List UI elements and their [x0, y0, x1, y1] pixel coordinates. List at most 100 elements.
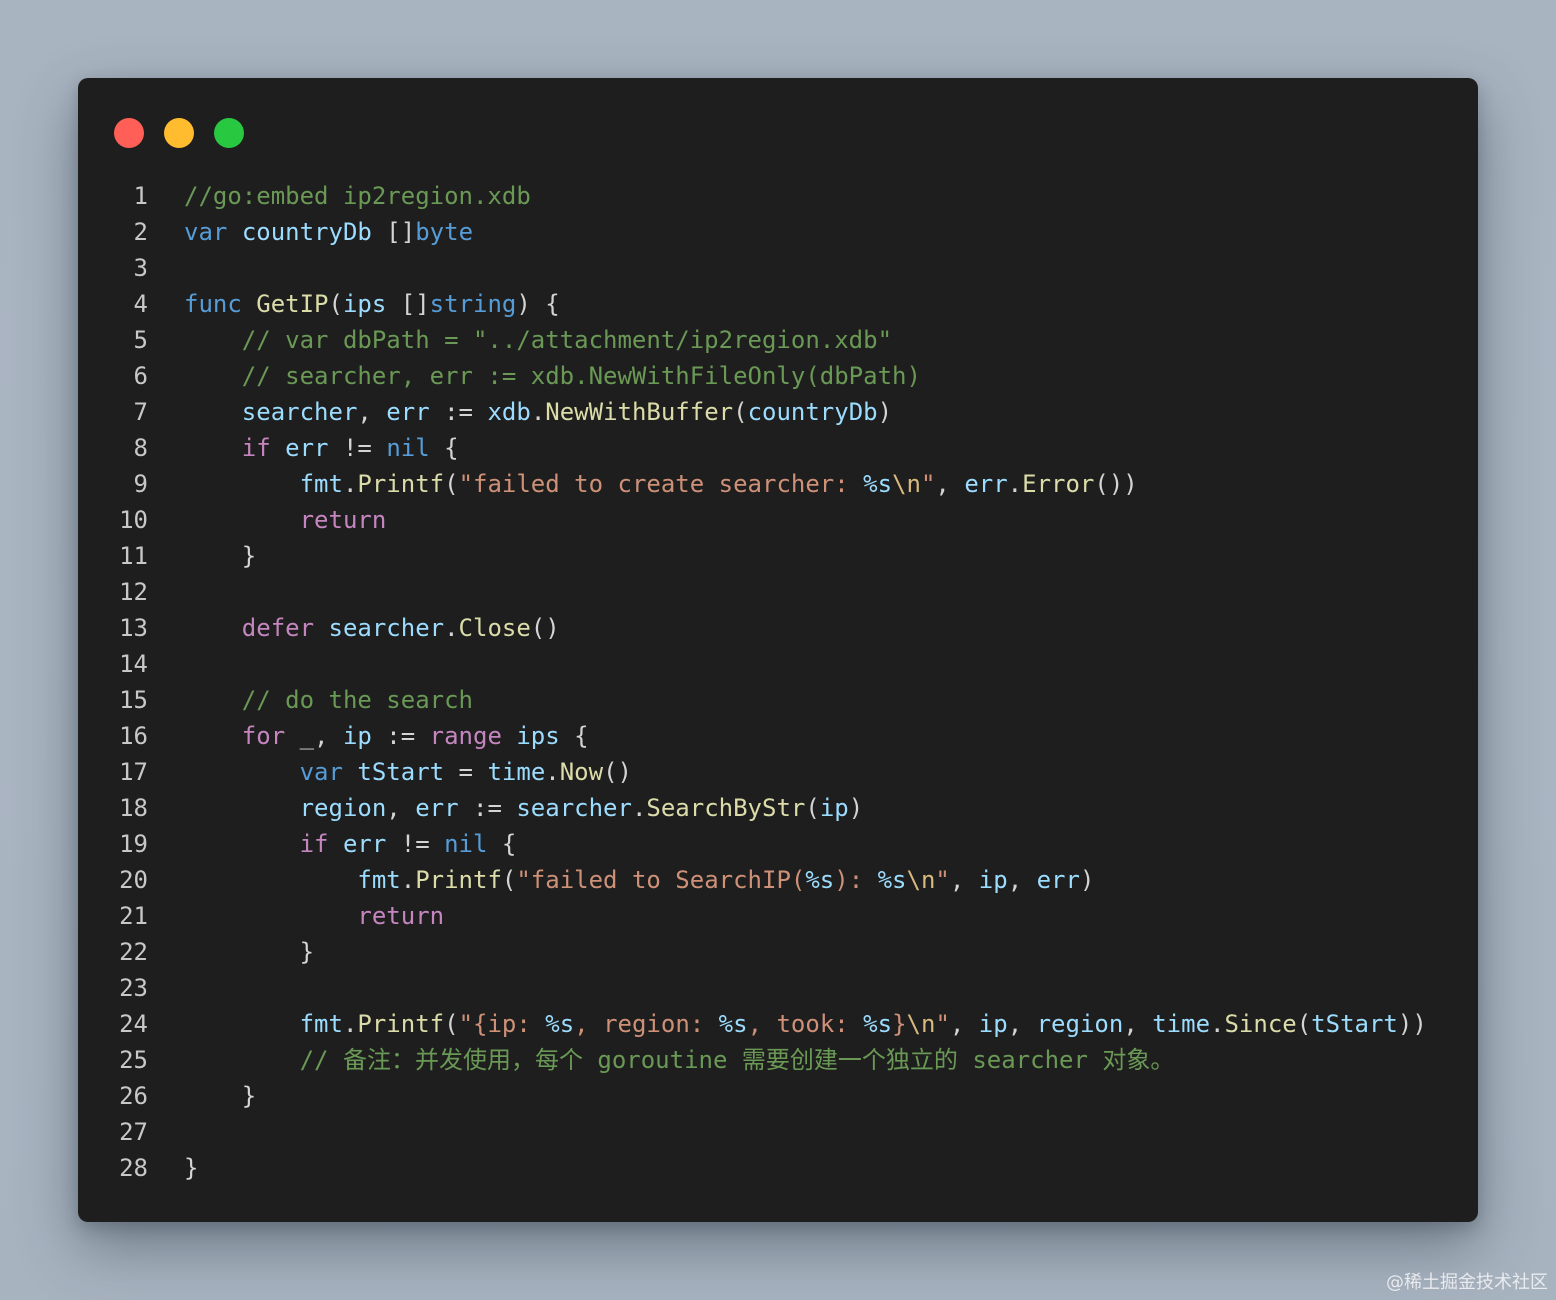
line-number: 12	[119, 578, 148, 606]
code-token: ,	[1007, 1010, 1037, 1038]
line-number: 1	[133, 182, 148, 210]
code-token: "	[935, 866, 950, 894]
code-text: fmt.Printf("failed to create searcher: %…	[184, 466, 1138, 502]
code-token: :=	[371, 722, 430, 750]
code-text: if err != nil {	[184, 826, 517, 862]
line-number: 14	[119, 650, 148, 678]
code-text: defer searcher.Close()	[184, 610, 560, 646]
code-text: if err != nil {	[184, 430, 459, 466]
code-token: []	[386, 290, 430, 318]
line-number: 10	[119, 506, 148, 534]
line-number: 9	[133, 470, 148, 498]
code-token: var	[299, 758, 343, 786]
line-number: 24	[119, 1010, 148, 1038]
code-token: ,	[386, 794, 416, 822]
code-line: 12	[78, 574, 1478, 610]
code-text: region, err := searcher.SearchByStr(ip)	[184, 790, 864, 826]
code-token: ips	[342, 290, 387, 318]
code-token: // searcher, err := xdb.NewWithFileOnly(…	[184, 362, 921, 390]
code-text: return	[184, 502, 387, 538]
line-number: 20	[119, 866, 148, 894]
code-text: fmt.Printf("failed to SearchIP(%s): %s\n…	[184, 862, 1094, 898]
code-token: err	[285, 434, 329, 462]
code-text: }	[184, 1150, 198, 1186]
code-token: Since	[1224, 1010, 1297, 1038]
code-token: Printf	[415, 866, 502, 894]
line-number: 7	[133, 398, 148, 426]
window-controls	[114, 118, 244, 148]
code-token: region	[299, 794, 387, 822]
code-token: []	[371, 218, 416, 246]
line-number: 21	[119, 902, 148, 930]
code-text: func GetIP(ips []string) {	[184, 286, 560, 322]
code-token: region	[1036, 1010, 1124, 1038]
code-line: 1 //go:embed ip2region.xdb	[78, 178, 1478, 214]
code-token: err	[1036, 866, 1080, 894]
code-token: .	[545, 758, 560, 786]
code-token: err	[964, 470, 1008, 498]
code-line: 18 region, err := searcher.SearchByStr(i…	[78, 790, 1478, 826]
code-token: GetIP	[256, 290, 329, 318]
watermark: @稀土掘金技术社区	[1386, 1272, 1548, 1293]
code-token: ):	[834, 866, 878, 894]
code-token: ip	[978, 1010, 1008, 1038]
code-token: // do the search	[184, 686, 473, 714]
code-token: %s	[718, 1010, 748, 1038]
code-token: Printf	[357, 470, 445, 498]
code-token: err	[415, 794, 459, 822]
line-number: 18	[119, 794, 148, 822]
code-token: ,	[1007, 866, 1037, 894]
code-token: %s	[863, 1010, 893, 1038]
code-token: )	[1079, 866, 1095, 894]
code-token: ip	[978, 866, 1008, 894]
code-text: }	[184, 934, 314, 970]
code-token: \n	[906, 1010, 936, 1038]
code-token: countryDb	[241, 218, 372, 246]
code-token: (	[1296, 1010, 1312, 1038]
code-token: :=	[429, 398, 488, 426]
code-token: "{ip:	[458, 1010, 546, 1038]
code-line: 14	[78, 646, 1478, 682]
code-token: var	[184, 218, 228, 246]
code-token: xdb	[487, 398, 531, 426]
code-token: err	[386, 398, 430, 426]
code-text: for _, ip := range ips {	[184, 718, 589, 754]
code-token: .	[631, 794, 647, 822]
code-text: var countryDb []byte	[184, 214, 473, 250]
line-number: 25	[119, 1046, 148, 1074]
code-token: ip	[342, 722, 372, 750]
code-token: searcher	[241, 398, 358, 426]
code-token: =	[444, 758, 488, 786]
code-token: (	[444, 1010, 459, 1038]
code-token: searcher	[516, 794, 632, 822]
close-button[interactable]	[114, 118, 144, 148]
line-number: 4	[133, 290, 148, 318]
code-token: ,	[949, 866, 979, 894]
code-token: if	[299, 830, 329, 858]
line-number: 3	[133, 254, 148, 282]
code-token: ))	[1397, 1010, 1427, 1038]
code-token: \n	[906, 866, 936, 894]
code-line: 17 var tStart = time.Now()	[78, 754, 1478, 790]
code-text: var tStart = time.Now()	[184, 754, 632, 790]
code-token: (	[328, 290, 343, 318]
code-token: }	[184, 1154, 199, 1182]
code-window: 1 //go:embed ip2region.xdb 2 var countryDb …	[78, 78, 1478, 1222]
maximize-button[interactable]	[214, 118, 244, 148]
code-token: _,	[285, 722, 343, 750]
code-token: {	[559, 722, 589, 750]
code-token: ,	[949, 1010, 979, 1038]
minimize-button[interactable]	[164, 118, 194, 148]
code-text: }	[184, 538, 256, 574]
